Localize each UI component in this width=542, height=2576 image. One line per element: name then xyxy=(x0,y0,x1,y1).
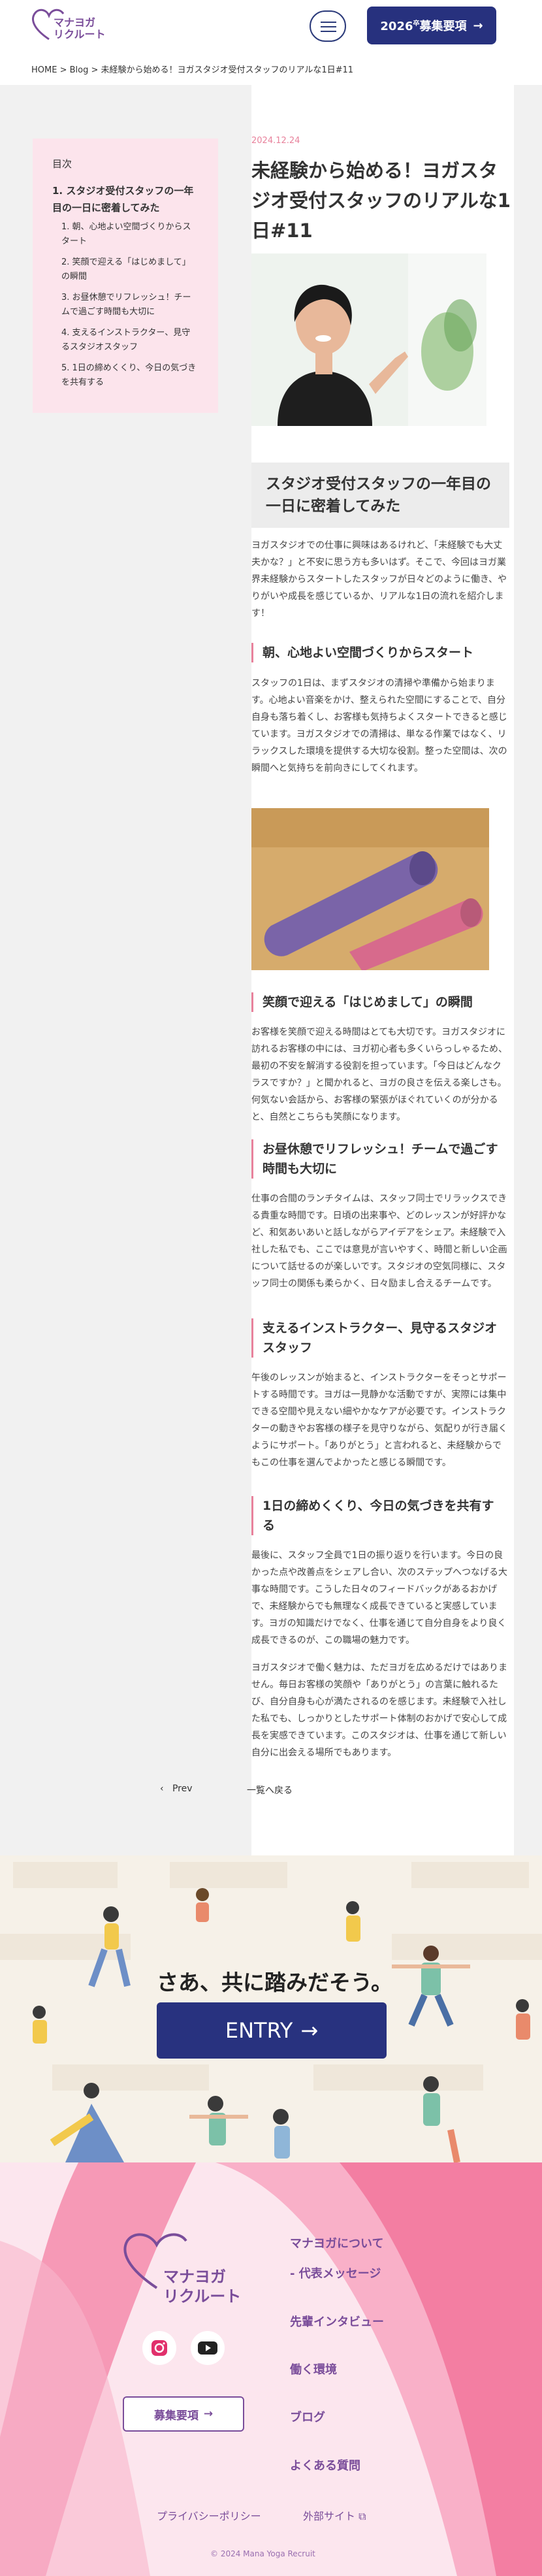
toc-item[interactable]: 3. お昼休憩でリフレッシュ！チームで過ごす時間も大切に xyxy=(52,291,199,319)
section-text: スタッフの1日は、まずスタジオの清掃や準備から始まります。心地よい音楽をかけ、整… xyxy=(251,678,507,774)
footer-nav-message[interactable]: - 代表メッセージ xyxy=(290,2264,381,2281)
footer-nav-blog[interactable]: ブログ xyxy=(290,2408,325,2425)
toc-heading-link[interactable]: 1. スタジオ受付スタッフの一年目の一日に密着してみた xyxy=(52,182,199,216)
recruit-info-button[interactable]: 2026卒募集要項 → xyxy=(367,7,496,44)
recruit-year-sup: 卒 xyxy=(413,20,420,27)
toc-title: 目次 xyxy=(52,158,72,170)
arrow-right-icon: → xyxy=(300,2018,319,2043)
table-of-contents: 目次 1. スタジオ受付スタッフの一年目の一日に密着してみた 1. 朝、心地よい… xyxy=(33,139,218,413)
toc-item[interactable]: 5. 1日の締めくくり、今日の気づきを共有する xyxy=(52,361,199,390)
footer-logo-text: マナヨガ リクルート xyxy=(163,2268,242,2306)
yoga-mat-photo xyxy=(251,808,489,970)
section-text: お客様を笑顔で迎える時間はとても大切です。ヨガスタジオに訪れるお客様の中には、ヨ… xyxy=(251,1027,507,1122)
arrow-right-icon: → xyxy=(473,18,483,33)
menu-button[interactable] xyxy=(310,10,346,42)
recruit-year: 2026 xyxy=(380,20,413,33)
chevron-left-icon: ‹ xyxy=(160,1784,164,1794)
section-heading: 1日の締めくくり、今日の気づきを共有する xyxy=(251,1496,506,1535)
footer-recruit-label: 募集要項 xyxy=(153,2409,199,2422)
breadcrumb[interactable]: HOME > Blog > 未経験から始める！ヨガスタジオ受付スタッフのリアルな… xyxy=(31,63,353,75)
external-site-label: 外部サイト xyxy=(303,2510,356,2522)
section-heading: スタジオ受付スタッフの一年目の一日に密着してみた xyxy=(251,463,509,528)
section-heading: 支えるインストラクター、見守るスタジオスタッフ xyxy=(251,1318,506,1358)
toc-item[interactable]: 1. 朝、心地よい空間づくりからスタート xyxy=(52,220,199,249)
article-title: 未経験から始める！ヨガスタジオ受付スタッフのリアルな1日#11 xyxy=(251,159,511,242)
footer-recruit-button[interactable]: 募集要項 → xyxy=(123,2396,244,2432)
toc-item[interactable]: 2. 笑顔で迎える「はじめまして」の瞬間 xyxy=(52,255,199,284)
footer-nav-about[interactable]: マナヨガについて xyxy=(290,2234,383,2251)
section-heading: お昼休憩でリフレッシュ！チームで過ごす時間も大切に xyxy=(251,1139,506,1179)
section-text: 仕事の合間のランチタイムは、スタッフ同士でリラックスできる貴重な時間です。日頃の… xyxy=(251,1194,507,1289)
footer-nav-environment[interactable]: 働く環境 xyxy=(290,2360,337,2377)
external-link-icon: ⧉ xyxy=(359,2510,366,2522)
section-heading: 笑顔で迎える「はじめまして」の瞬間 xyxy=(251,992,506,1012)
logo-text: マナヨガ リクルート xyxy=(54,16,106,41)
entry-heading: さあ、共に踏みだそう。 xyxy=(157,1970,393,1995)
recruit-label: 募集要項 xyxy=(419,20,467,33)
copyright: © 2024 Mana Yoga Recruit xyxy=(210,2549,315,2558)
external-site-link[interactable]: 外部サイト ⧉ xyxy=(303,2507,366,2523)
arrow-right-icon: → xyxy=(203,2407,214,2421)
article-closing: ヨガスタジオで働く魅力は、ただヨガを広めるだけではありません。毎日お客様の笑顔や… xyxy=(251,1663,507,1758)
privacy-policy-link[interactable]: プライバシーポリシー xyxy=(157,2507,261,2523)
article-intro: ヨガスタジオでの仕事に興味はあるけれど、「未経験でも大丈夫かな？」と不安に思う方… xyxy=(251,540,507,619)
site-footer xyxy=(0,2162,542,2576)
prev-label: Prev xyxy=(172,1784,193,1794)
article-date: 2024.12.24 xyxy=(251,136,300,146)
section-text: 午後のレッスンが始まると、インストラクターをそっとサポートする時間です。ヨガは一… xyxy=(251,1373,507,1468)
entry-button[interactable]: ENTRY → xyxy=(157,2002,387,2059)
staff-photo xyxy=(251,253,486,426)
youtube-icon[interactable] xyxy=(191,2331,225,2365)
back-to-list-link[interactable]: 一覧へ戻る xyxy=(247,1784,293,1797)
prev-link[interactable]: ‹ Prev xyxy=(160,1784,193,1794)
footer-nav-faq[interactable]: よくある質問 xyxy=(290,2456,360,2473)
section-text: 最後に、スタッフ全員で1日の振り返りを行います。今日の良かった点や改善点をシェア… xyxy=(251,1550,507,1646)
instagram-icon[interactable] xyxy=(142,2331,176,2365)
section-heading: 朝、心地よい空間づくりからスタート xyxy=(251,643,506,662)
toc-item[interactable]: 4. 支えるインストラクター、見守るスタジオスタッフ xyxy=(52,326,199,355)
footer-nav-interview[interactable]: 先輩インタビュー xyxy=(290,2313,384,2330)
entry-label: ENTRY xyxy=(225,2018,293,2043)
